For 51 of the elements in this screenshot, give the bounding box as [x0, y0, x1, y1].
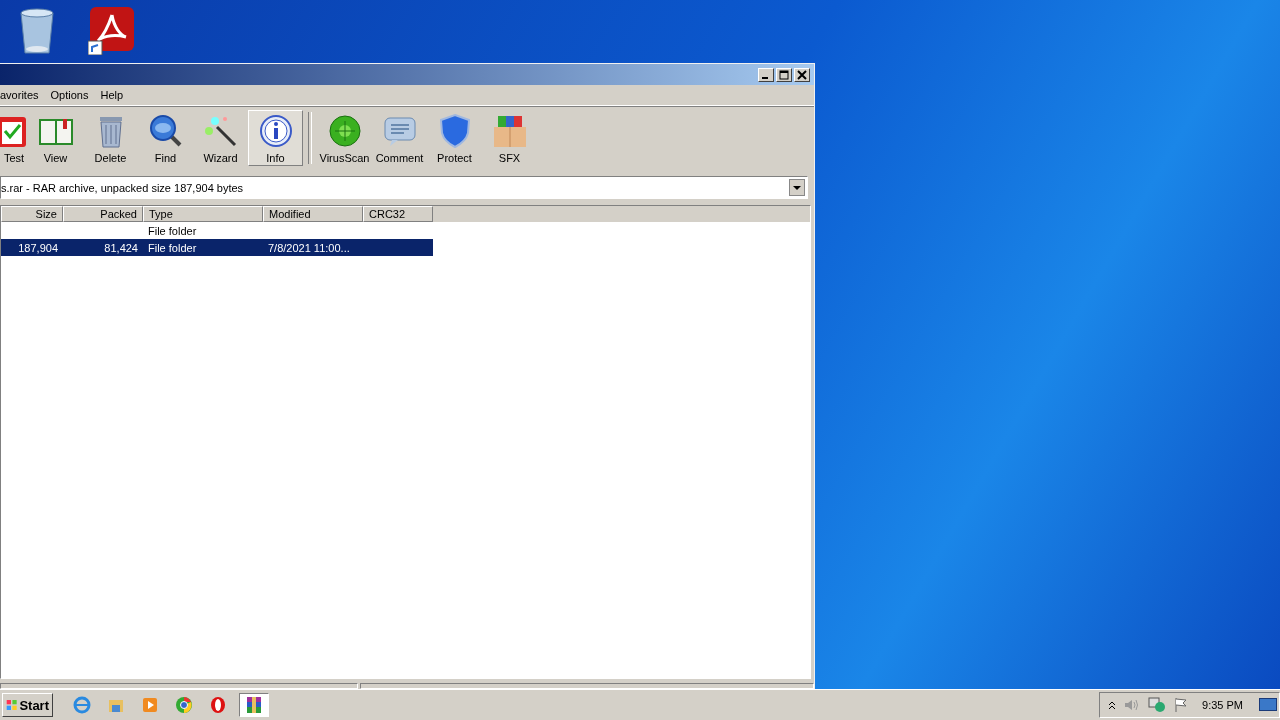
menu-item[interactable]: Help — [94, 89, 130, 101]
bug-scan-icon — [326, 113, 363, 149]
flag-icon[interactable] — [1174, 697, 1189, 713]
protect-tool-button[interactable]: Protect — [427, 110, 482, 166]
maximize-icon — [779, 69, 789, 80]
file-row[interactable]: File folder — [1, 222, 433, 239]
close-icon — [797, 69, 807, 80]
maximize-button[interactable] — [776, 67, 792, 82]
minimize-button[interactable] — [758, 67, 774, 82]
chevron-up-icon[interactable] — [1108, 700, 1117, 710]
menu-item[interactable]: Options — [44, 89, 95, 101]
sfx-tool-button[interactable]: SFX — [482, 110, 537, 166]
box-icon — [491, 113, 528, 149]
play-icon — [141, 696, 159, 714]
opera-icon — [209, 696, 227, 714]
clock[interactable]: 9:35 PM — [1202, 699, 1243, 711]
windows-logo-icon — [6, 697, 18, 713]
virus-tool-button[interactable]: VirusScan — [317, 110, 372, 166]
table-cell: File folder — [148, 224, 197, 237]
find-tool-button[interactable]: Find — [138, 110, 193, 166]
column-header[interactable]: Modified — [263, 206, 363, 222]
column-header[interactable]: Size — [1, 206, 63, 222]
search-icon — [147, 113, 184, 149]
column-header[interactable]: Type — [143, 206, 263, 222]
browser-icon — [73, 696, 91, 714]
info-tool-button[interactable]: Info — [248, 110, 303, 166]
archive-icon — [245, 696, 263, 714]
recycle-bin-icon[interactable] — [18, 7, 56, 55]
winrar-taskbar-button[interactable] — [239, 693, 269, 717]
wizard-tool-button[interactable]: Wizard — [193, 110, 248, 166]
table-cell: File folder — [148, 241, 197, 254]
dropdown-button[interactable] — [789, 179, 805, 196]
address-field[interactable]: s.rar - RAR archive, unpacked size 187,904 bytes — [0, 176, 808, 199]
info-icon — [257, 113, 294, 149]
column-header[interactable]: Packed — [63, 206, 143, 222]
minimize-icon — [762, 76, 768, 79]
table-cell: 7/8/2021 11:00... — [268, 241, 350, 254]
table-cell: 187,904 — [18, 241, 58, 254]
show-desktop-button[interactable] — [1259, 698, 1277, 712]
menu-item[interactable]: avorites — [0, 89, 45, 101]
comment-tool-button[interactable]: Comment — [372, 110, 427, 166]
test-tool-button[interactable]: Test — [0, 110, 28, 166]
file-row[interactable]: 187,904 81,424 File folder 7/8/2021 11:00... — [1, 239, 433, 256]
column-header[interactable]: CRC32 — [363, 206, 433, 222]
delete-tool-button[interactable]: Delete — [83, 110, 138, 166]
start-button[interactable]: Start — [2, 693, 53, 717]
pdf-shortcut-icon[interactable] — [88, 7, 136, 55]
close-button[interactable] — [794, 67, 810, 82]
chrome-icon — [175, 696, 193, 714]
view-tool-button[interactable]: View — [28, 110, 83, 166]
table-cell: 81,424 — [104, 241, 138, 254]
